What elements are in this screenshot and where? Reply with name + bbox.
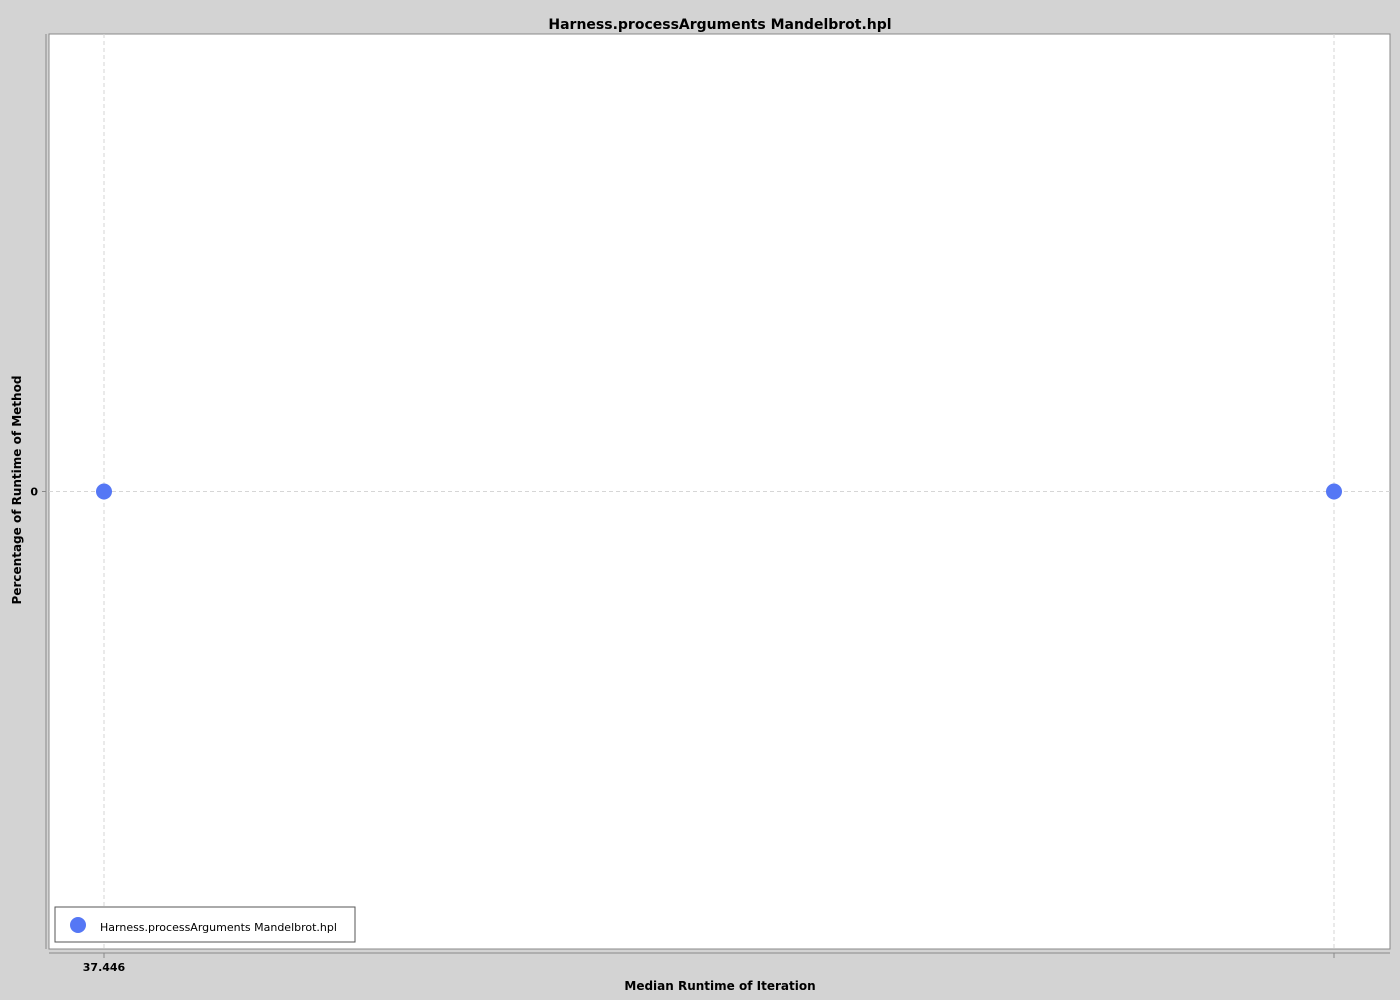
data-point [1326,483,1342,500]
data-point [96,483,112,500]
x-axis-label: Median Runtime of Iteration [624,979,815,993]
scatter-chart: 37.446 0 Harness.processArguments Mandelb… [10,17,1391,993]
legend-label: Harness.processArguments Mandelbrot.hpl [100,921,337,934]
chart-title: Harness.processArguments Mandelbrot.hpl [548,17,891,33]
x-tick-label: 37.446 [83,961,126,974]
legend: Harness.processArguments Mandelbrot.hpl [54,906,356,943]
legend-marker [70,917,86,933]
y-tick-label: 0 [30,486,38,499]
y-axis-label: Percentage of Runtime of Method [10,376,24,605]
plot-area [48,33,1391,950]
